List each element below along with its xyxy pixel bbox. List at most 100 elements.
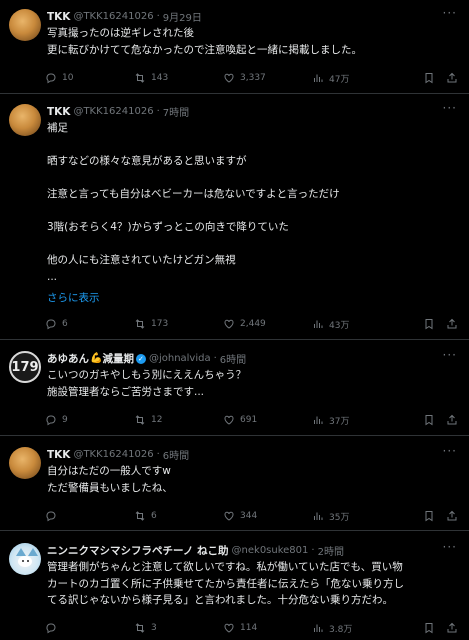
timestamp[interactable]: 6時間 — [220, 351, 246, 366]
retweet-icon — [135, 319, 145, 329]
timestamp[interactable]: 7時間 — [163, 104, 189, 119]
avatar[interactable] — [9, 447, 41, 479]
bookmark-icon — [425, 511, 433, 522]
views-count: 35万 — [329, 512, 350, 523]
author-name[interactable]: TKK — [47, 106, 70, 118]
reply-count: 6 — [62, 319, 68, 329]
more-options-icon[interactable]: ··· — [443, 444, 457, 458]
author-handle[interactable]: @TKK16241026 — [73, 106, 153, 117]
views-button[interactable]: 43万 — [312, 316, 349, 332]
tweet[interactable]: TKK @TKK16241026 · 7時間 ··· 補足 晒すなどの様々な意見… — [0, 94, 469, 340]
tweet-header: ニンニクマシマシフラペチーノ ねこ助 @nek0suke801 · 2時間 — [47, 543, 344, 558]
like-count: 2,449 — [240, 319, 266, 329]
reply-icon — [46, 415, 56, 426]
bookmark-button[interactable] — [423, 620, 440, 636]
views-chart-icon — [314, 74, 323, 82]
share-button[interactable] — [446, 620, 463, 636]
like-button[interactable]: 344 — [223, 508, 257, 524]
reply-button[interactable]: 9 — [45, 412, 68, 428]
tweet-line: 施設管理者ならご苦労さまです... — [47, 385, 205, 398]
action-bar: 6 344 35万 — [45, 508, 459, 524]
reply-button[interactable]: 10 — [45, 70, 73, 86]
share-icon — [447, 72, 457, 83]
action-bar: 9 12 691 37万 — [45, 412, 459, 428]
retweet-icon — [135, 623, 145, 633]
share-icon — [447, 622, 457, 633]
muscle-emoji-icon: 💪 — [90, 353, 103, 364]
avatar[interactable] — [9, 104, 41, 136]
views-button[interactable]: 37万 — [312, 412, 349, 428]
show-more-link[interactable]: さらに表示 — [47, 290, 100, 305]
reply-button[interactable]: 6 — [45, 316, 68, 332]
separator-dot: · — [311, 545, 315, 556]
tweet-text: 補足 晒すなどの様々な意見があると思いますが 注意と言っても自分はベビーカーは危… — [47, 120, 457, 285]
tweet-header: TKK @TKK16241026 · 6時間 — [47, 447, 189, 463]
like-button[interactable]: 2,449 — [223, 316, 266, 332]
share-button[interactable] — [446, 412, 463, 428]
separator-dot: · — [213, 353, 217, 364]
tweet[interactable]: TKK @TKK16241026 · 9月29日 ··· 写真撮ったのは逆ギレさ… — [0, 0, 469, 94]
views-chart-icon — [314, 624, 323, 632]
bookmark-button[interactable] — [423, 316, 440, 332]
cat-face-icon — [18, 556, 32, 567]
author-handle[interactable]: @TKK16241026 — [73, 449, 153, 460]
like-button[interactable]: 3,337 — [223, 70, 266, 86]
author-name[interactable]: あゆあん — [47, 351, 89, 366]
tweet-line — [47, 236, 457, 253]
author-handle[interactable]: @nek0suke801 — [232, 545, 309, 556]
timestamp[interactable]: 2時間 — [318, 543, 344, 558]
avatar[interactable] — [9, 543, 41, 575]
more-options-icon[interactable]: ··· — [443, 540, 457, 554]
action-bar: 6 173 2,449 43万 — [45, 316, 459, 332]
avatar[interactable]: 179 — [9, 351, 41, 383]
more-options-icon[interactable]: ··· — [443, 348, 457, 362]
bookmark-icon — [425, 73, 433, 84]
tweet-line: 注意と言っても自分はベビーカーは危ないですよと言っただけ — [47, 188, 340, 200]
tweet-text: 自分はただの一般人ですw ただ警備員もいましたね、 — [47, 463, 457, 496]
share-button[interactable] — [446, 508, 463, 524]
author-name[interactable]: TKK — [47, 449, 70, 461]
tweet-line: ... — [47, 270, 58, 283]
retweet-count: 6 — [151, 511, 157, 521]
retweet-button[interactable]: 3 — [134, 620, 157, 636]
tweet-line — [47, 137, 457, 154]
timestamp[interactable]: 9月29日 — [163, 9, 202, 24]
avatar[interactable] — [9, 9, 41, 41]
author-handle[interactable]: @johnalvida — [149, 353, 211, 364]
author-name[interactable]: TKK — [47, 11, 70, 23]
reply-button[interactable] — [45, 508, 65, 524]
heart-icon — [224, 73, 234, 83]
share-button[interactable] — [446, 316, 463, 332]
like-button[interactable]: 691 — [223, 412, 257, 428]
bookmark-button[interactable] — [423, 412, 440, 428]
like-button[interactable]: 114 — [223, 620, 257, 636]
views-button[interactable]: 35万 — [312, 508, 349, 524]
reply-count — [62, 623, 65, 633]
bookmark-button[interactable] — [423, 70, 440, 86]
share-icon — [447, 318, 457, 329]
author-handle[interactable]: @TKK16241026 — [73, 11, 153, 22]
reply-icon — [46, 73, 56, 84]
views-button[interactable]: 47万 — [312, 70, 349, 86]
retweet-button[interactable]: 12 — [134, 412, 162, 428]
tweet-line: 写真撮ったのは逆ギレされた後 — [47, 27, 194, 39]
tweet-line: ただ警備員もいましたね、 — [47, 481, 173, 494]
views-count: 43万 — [329, 320, 350, 331]
views-button[interactable]: 3.8万 — [312, 620, 352, 636]
retweet-button[interactable]: 6 — [134, 508, 157, 524]
timestamp[interactable]: 6時間 — [163, 447, 189, 462]
retweet-count: 3 — [151, 623, 157, 633]
more-options-icon[interactable]: ··· — [443, 101, 457, 115]
tweet[interactable]: 179 あゆあん 💪 減量期 ✓ @johnalvida · 6時間 ··· こ… — [0, 340, 469, 436]
bookmark-button[interactable] — [423, 508, 440, 524]
retweet-count: 143 — [151, 73, 169, 83]
tweet[interactable]: TKK @TKK16241026 · 6時間 ··· 自分はただの一般人ですw … — [0, 436, 469, 531]
reply-button[interactable] — [45, 620, 65, 636]
retweet-icon — [135, 511, 145, 521]
more-options-icon[interactable]: ··· — [443, 6, 457, 20]
retweet-button[interactable]: 173 — [134, 316, 168, 332]
retweet-button[interactable]: 143 — [134, 70, 168, 86]
share-button[interactable] — [446, 70, 463, 86]
tweet[interactable]: ニンニクマシマシフラペチーノ ねこ助 @nek0suke801 · 2時間 ··… — [0, 531, 469, 640]
author-name[interactable]: ニンニクマシマシフラペチーノ ねこ助 — [47, 543, 229, 558]
